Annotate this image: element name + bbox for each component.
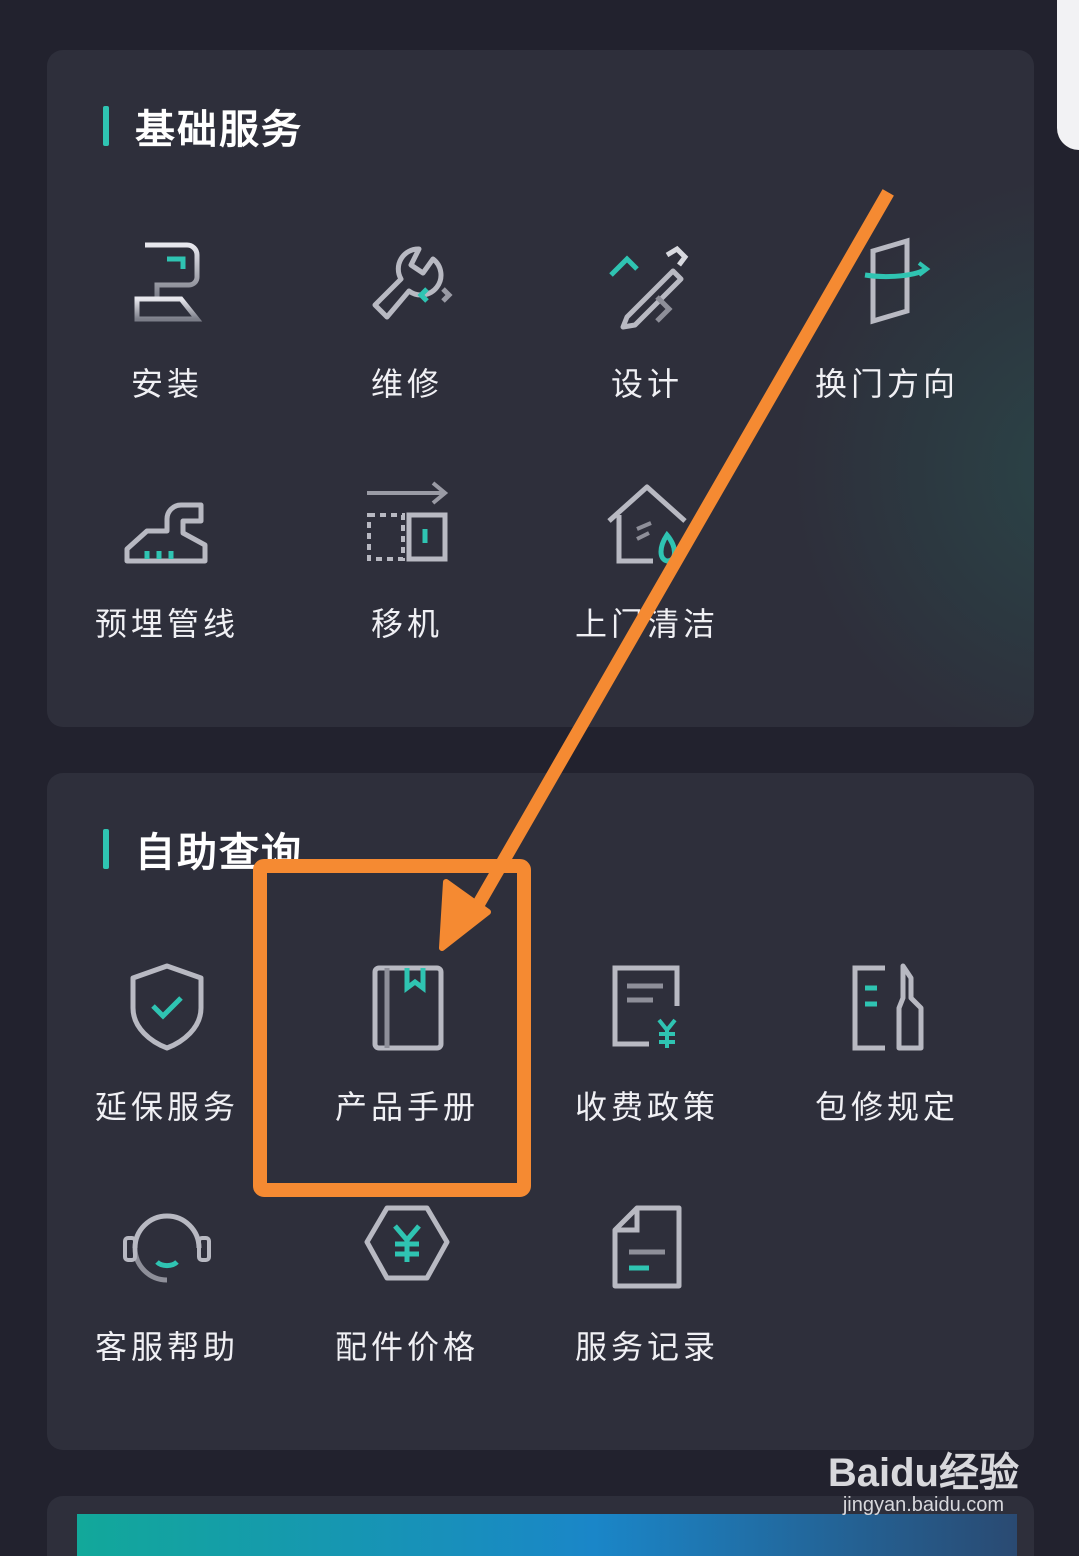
right-edge-panel	[1057, 0, 1079, 150]
install-icon	[134, 242, 203, 322]
query-item-fee-policy[interactable]: 收费政策	[527, 958, 767, 1158]
section-title: 基础服务	[103, 102, 303, 153]
item-label: 服务记录	[574, 1328, 719, 1366]
manual-book-icon	[372, 965, 444, 1051]
query-item-customer-help[interactable]: 客服帮助	[47, 1198, 287, 1398]
title-accent-bar	[103, 106, 109, 146]
parts-price-icon	[364, 1205, 450, 1281]
item-label: 换门方向	[814, 365, 959, 403]
bottom-banner-image	[77, 1514, 1017, 1556]
item-label: 设计	[610, 365, 683, 403]
service-item-design[interactable]: 设计	[527, 235, 767, 435]
item-label: 移机	[370, 605, 443, 643]
watermark: Baidu经验 jingyan.baidu.com	[828, 1440, 1019, 1517]
title-accent-bar	[103, 829, 109, 869]
home-clean-icon	[607, 484, 687, 564]
query-item-warranty-rules[interactable]: 包修规定	[767, 958, 1007, 1158]
pipe-icon	[124, 502, 208, 564]
service-item-pipe[interactable]: 预埋管线	[47, 475, 287, 675]
item-label: 配件价格	[334, 1328, 479, 1366]
watermark-url: jingyan.baidu.com	[842, 1494, 1005, 1516]
item-label: 收费政策	[574, 1088, 719, 1126]
query-item-product-manual[interactable]: 产品手册	[287, 958, 527, 1158]
query-item-parts-price[interactable]: 配件价格	[287, 1198, 527, 1398]
basic-services-card: 基础服务 安装 维修 设计 换门方向 预埋管线 移机 上门清洁	[47, 50, 1034, 727]
item-label: 安装	[130, 365, 203, 403]
item-label: 预埋管线	[94, 605, 239, 643]
pencil-ruler-icon	[609, 245, 689, 330]
item-label: 上门清洁	[574, 605, 719, 643]
shield-check-icon	[130, 963, 204, 1051]
item-label: 维修	[370, 365, 443, 403]
warranty-rules-icon	[852, 963, 924, 1051]
service-item-repair[interactable]: 维修	[287, 235, 527, 435]
section-title-text: 基础服务	[135, 107, 303, 153]
watermark-brand: Baidu经验	[827, 1451, 1019, 1495]
query-item-service-record[interactable]: 服务记录	[527, 1198, 767, 1398]
wrench-icon	[372, 246, 453, 320]
item-label: 延保服务	[94, 1088, 239, 1126]
service-item-install[interactable]: 安装	[47, 235, 287, 435]
item-label: 包修规定	[814, 1088, 959, 1126]
section-title: 自助查询	[103, 825, 303, 876]
section-title-text: 自助查询	[135, 830, 303, 876]
service-item-cleaning[interactable]: 上门清洁	[527, 475, 767, 675]
item-label: 客服帮助	[94, 1328, 239, 1366]
query-item-extended-warranty[interactable]: 延保服务	[47, 958, 287, 1158]
move-machine-icon	[367, 481, 449, 562]
service-item-move[interactable]: 移机	[287, 475, 527, 675]
headset-icon	[123, 1213, 211, 1283]
service-item-door-direction[interactable]: 换门方向	[767, 235, 1007, 435]
door-rotate-icon	[864, 237, 931, 325]
fee-document-icon	[612, 965, 680, 1048]
service-record-icon	[612, 1205, 682, 1289]
self-service-card: 自助查询 延保服务 产品手册 收费政策 包修规定 客服帮助 配件价格 服务记录	[47, 773, 1034, 1450]
item-label: 产品手册	[334, 1088, 479, 1126]
